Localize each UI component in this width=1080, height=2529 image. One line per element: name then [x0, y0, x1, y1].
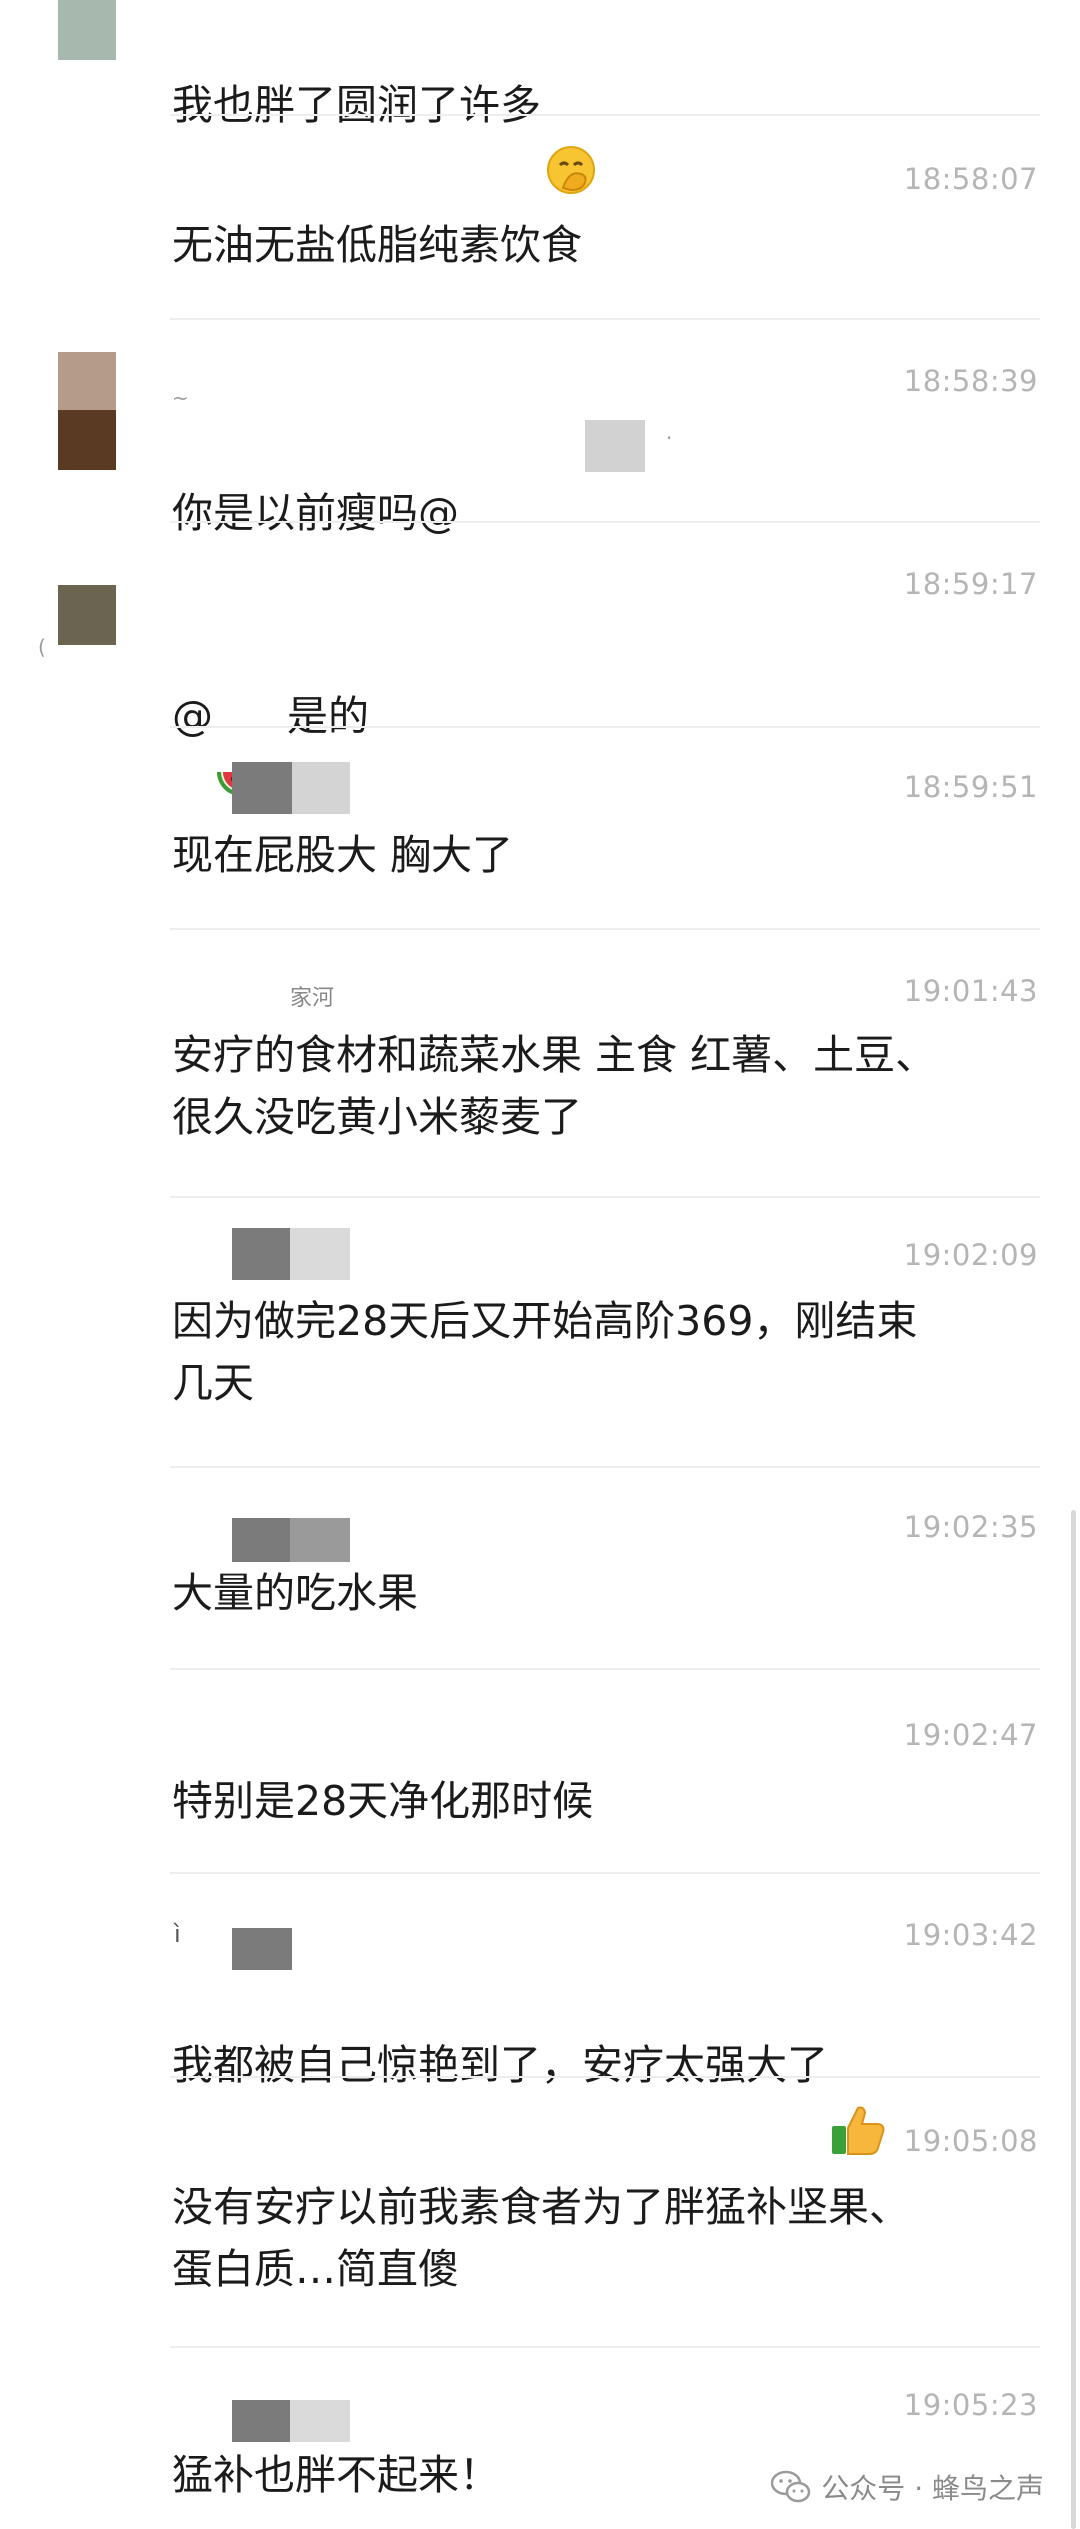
redaction-artifact: ·: [666, 426, 673, 450]
message-timestamp: 18:58:07: [903, 162, 1038, 196]
message-divider: [170, 2346, 1040, 2348]
message-text: @ 是的: [172, 623, 1002, 796]
message-divider: [170, 1872, 1040, 1874]
message-divider: [170, 726, 1040, 728]
message-text: 现在屁股大 胸大了: [172, 831, 514, 879]
wechat-icon: [771, 2470, 811, 2504]
message-text: 大量的吃水果: [172, 1569, 418, 1617]
redacted-sender-name: ~: [172, 386, 189, 410]
message-divider: [170, 521, 1040, 523]
avatar[interactable]: [58, 0, 116, 60]
redaction-artifact: (: [38, 635, 46, 659]
redacted-sender-name: [232, 1928, 292, 1970]
thumbs-up-emoji: [830, 2042, 886, 2155]
message-divider: [170, 928, 1040, 930]
message-timestamp: 19:01:43: [903, 974, 1038, 1008]
redaction-artifact: ì: [174, 1920, 181, 1948]
message-text: 因为做完28天后又开始高阶369，刚结束 几天: [172, 1297, 918, 1407]
message-timestamp: 18:58:39: [903, 364, 1038, 398]
avatar[interactable]: [58, 585, 116, 645]
scrollbar[interactable]: [1071, 1510, 1076, 2529]
message-timestamp: 19:03:42: [903, 1918, 1038, 1952]
message-timestamp: 19:05:08: [903, 2124, 1038, 2158]
message-text: 特别是28天净化那时候: [172, 1777, 594, 1825]
message-divider: [170, 1196, 1040, 1198]
message-divider: [170, 318, 1040, 320]
message-text: 没有安疗以前我素食者为了胖猛补坚果、 蛋白质…简直傻: [172, 2183, 910, 2293]
message-divider: [170, 1466, 1040, 1468]
hand-over-mouth-emoji: [545, 82, 597, 194]
message-text: 安疗的食材和蔬菜水果 主食 红薯、土豆、 很久没吃黄小米藜麦了: [172, 1031, 937, 1141]
redacted-sender-name: [232, 2400, 350, 2442]
watermelon-emoji: [215, 699, 267, 796]
watermark: 公众号 · 蜂鸟之声: [771, 2463, 1044, 2511]
redacted-mention: [585, 420, 645, 472]
watermark-text: 公众号 · 蜂鸟之声: [821, 2472, 1044, 2505]
sender-name: 家河: [290, 986, 335, 1011]
redacted-sender-name: [232, 762, 350, 814]
message-divider: [170, 2076, 1040, 2078]
avatar[interactable]: [58, 352, 116, 470]
message-timestamp: 19:02:47: [903, 1718, 1038, 1752]
message-timestamp: 19:02:35: [903, 1510, 1038, 1544]
message-timestamp: 18:59:17: [903, 567, 1038, 601]
message-text: 无油无盐低脂纯素饮食: [172, 221, 582, 269]
message-timestamp: 18:59:51: [903, 770, 1038, 804]
redacted-sender-name: [232, 1228, 350, 1280]
chat-history: 我也胖了圆润了许多 18:58:07 无油无盐低脂纯素饮食 ~ 18:58:39…: [0, 0, 1080, 2529]
message-timestamp: 19:05:23: [903, 2388, 1038, 2422]
message-divider: [170, 114, 1040, 116]
message-divider: [170, 1668, 1040, 1670]
message-text: 我也胖了圆润了许多: [172, 12, 1002, 194]
redacted-sender-name: [232, 1518, 350, 1562]
message-timestamp: 19:02:09: [903, 1238, 1038, 1272]
